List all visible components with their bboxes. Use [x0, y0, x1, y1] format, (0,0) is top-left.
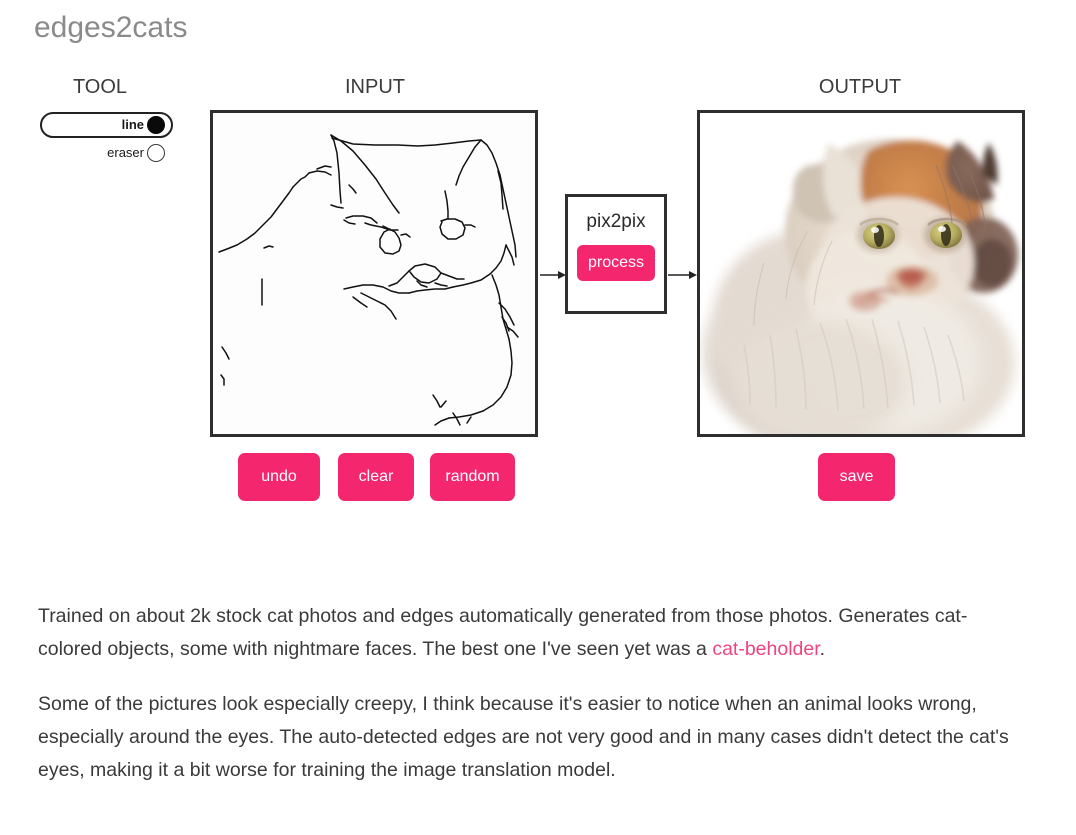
description-p1-text-before: Trained on about 2k stock cat photos and… — [38, 605, 968, 660]
tool-option-line-label: line — [121, 117, 144, 132]
tool-option-line[interactable]: line — [40, 112, 173, 138]
description-p1-text-after: . — [819, 638, 826, 660]
arrow-input-to-pix2pix-icon — [540, 268, 566, 280]
page-title: edges2cats — [34, 11, 188, 44]
tool-option-eraser-label: eraser — [107, 145, 144, 160]
description-section: Trained on about 2k stock cat photos and… — [38, 600, 1013, 809]
generated-cat-image — [700, 113, 1022, 434]
pix2pix-model-box: pix2pix process — [565, 194, 667, 314]
radio-filled-icon[interactable] — [147, 116, 165, 134]
random-button[interactable]: random — [430, 453, 515, 501]
input-column-header: INPUT — [345, 76, 405, 98]
output-image-canvas[interactable] — [697, 110, 1025, 437]
process-button[interactable]: process — [576, 245, 656, 281]
clear-button[interactable]: clear — [338, 453, 414, 501]
undo-button[interactable]: undo — [238, 453, 320, 501]
arrow-pix2pix-to-output-icon — [668, 268, 697, 280]
description-paragraph-2: Some of the pictures look especially cre… — [38, 693, 1009, 781]
input-drawing-canvas[interactable] — [210, 110, 538, 437]
description-paragraph-1: Trained on about 2k stock cat photos and… — [38, 600, 1013, 666]
tool-column-header: TOOL — [72, 76, 128, 98]
cat-edge-drawing — [218, 134, 519, 426]
output-column-header: OUTPUT — [818, 76, 902, 98]
tool-selector-group: line eraser — [40, 112, 180, 165]
radio-empty-icon[interactable] — [147, 144, 165, 162]
tool-option-eraser[interactable]: eraser — [40, 141, 173, 165]
pix2pix-label: pix2pix — [586, 211, 646, 232]
save-button[interactable]: save — [818, 453, 895, 501]
cat-beholder-link[interactable]: cat-beholder — [712, 638, 819, 660]
